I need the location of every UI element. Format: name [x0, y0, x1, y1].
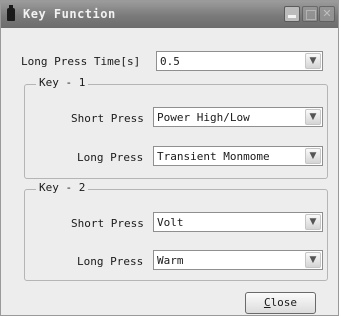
key-1-long-press-value: Transient Monmome [157, 150, 270, 163]
chevron-down-icon[interactable]: ▼ [305, 53, 321, 69]
key-1-short-press-value: Power High/Low [157, 111, 250, 124]
long-press-time-value: 0.5 [160, 55, 180, 68]
window-title: Key Function [23, 7, 116, 21]
close-button-mnemonic: C [263, 296, 271, 309]
title-bar[interactable]: Key Function ✕ [1, 1, 338, 28]
close-button[interactable]: Close [245, 292, 316, 314]
key-2-long-press-label: Long Press [77, 255, 144, 268]
key-2-short-press-value: Volt [157, 216, 184, 229]
minimize-button[interactable] [284, 6, 300, 22]
chevron-down-icon[interactable]: ▼ [305, 148, 321, 164]
key-2-long-press-select[interactable]: Warm ▼ [153, 250, 323, 270]
long-press-time-label: Long Press Time[s] [21, 55, 141, 68]
key-1-long-press-select[interactable]: Transient Monmome ▼ [153, 146, 323, 166]
key-1-long-press-label: Long Press [77, 151, 144, 164]
chevron-down-icon[interactable]: ▼ [305, 109, 321, 125]
key-2-long-press-value: Warm [157, 254, 184, 267]
chevron-down-icon[interactable]: ▼ [305, 252, 321, 268]
app-icon [7, 5, 15, 21]
key-2-short-press-label: Short Press [71, 217, 144, 230]
key-1-short-press-select[interactable]: Power High/Low ▼ [153, 107, 323, 127]
key-function-dialog: Key Function ✕ Long Press Time[s] 0.5 ▼ … [0, 0, 339, 316]
close-button-label: lose [270, 296, 298, 309]
maximize-button[interactable] [302, 6, 318, 22]
chevron-down-icon[interactable]: ▼ [305, 214, 321, 230]
key-1-short-press-label: Short Press [71, 112, 144, 125]
long-press-time-select[interactable]: 0.5 ▼ [156, 51, 323, 71]
key-2-short-press-select[interactable]: Volt ▼ [153, 212, 323, 232]
key-2-legend: Key - 2 [36, 181, 89, 194]
key-1-legend: Key - 1 [36, 76, 89, 89]
close-icon[interactable]: ✕ [319, 6, 335, 22]
